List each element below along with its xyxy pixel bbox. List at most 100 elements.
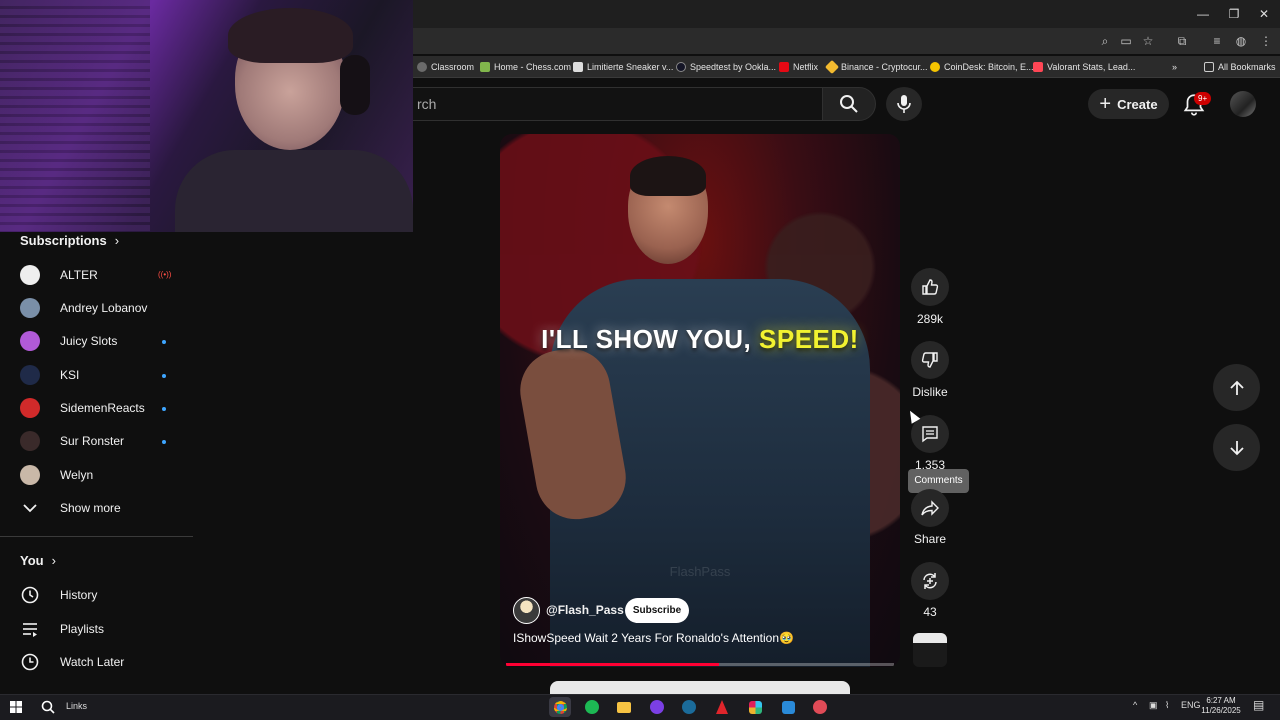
channel-name: KSI — [60, 368, 80, 382]
you-header[interactable]: You › — [20, 553, 56, 568]
bookmark-label: Home - Chess.com — [494, 62, 572, 72]
remix-button[interactable] — [911, 562, 949, 600]
profile-icon[interactable]: ◍ — [1233, 33, 1249, 49]
new-content-dot — [162, 407, 166, 411]
history-icon — [21, 586, 39, 604]
steam-icon[interactable] — [679, 697, 699, 717]
tab-search-icon[interactable]: ≡ — [1209, 33, 1225, 49]
bookmark-favicon-icon — [930, 62, 940, 72]
app-icon[interactable] — [778, 697, 798, 717]
remix-count: 43 — [923, 605, 937, 619]
channel-handle[interactable]: @Flash_Pass — [546, 603, 624, 617]
subscription-item-alter[interactable]: ALTER — [20, 265, 98, 285]
dislike-button[interactable] — [911, 341, 949, 379]
channel-avatar — [20, 265, 40, 285]
bookmark-label: Speedtest by Ookla... — [690, 62, 777, 72]
subscription-item-ksi[interactable]: KSI — [20, 365, 79, 385]
create-label: Create — [1117, 96, 1158, 112]
sidebar-divider — [0, 536, 193, 537]
plus-icon: + — [1099, 93, 1112, 115]
sidebar-item-label: History — [60, 588, 98, 602]
tray-chevron-icon[interactable]: ^ — [1133, 700, 1137, 710]
obs-icon[interactable] — [647, 697, 667, 717]
arrow-down-icon — [1229, 440, 1244, 455]
previous-short-button[interactable] — [1213, 364, 1260, 411]
share-button[interactable] — [911, 489, 949, 527]
search-input[interactable]: rch — [400, 87, 822, 121]
spotify-icon[interactable] — [582, 697, 602, 717]
subscriptions-header[interactable]: Subscriptions › — [20, 233, 119, 248]
comments-tooltip: Comments — [908, 469, 969, 493]
zoom-icon[interactable]: ⌕ — [1097, 33, 1113, 49]
browser-menu-icon[interactable]: ⋮ — [1258, 33, 1274, 49]
like-button[interactable] — [911, 268, 949, 306]
streamer-shirt — [175, 150, 413, 232]
bookmark-item[interactable]: CoinDesk: Bitcoin, E... — [930, 58, 1034, 76]
restore-icon[interactable]: ❐ — [1224, 4, 1244, 24]
subscription-item-juicy-slots[interactable]: Juicy Slots — [20, 331, 117, 351]
window-blinds — [0, 0, 150, 232]
all-bookmarks[interactable]: All Bookmarks — [1204, 58, 1276, 76]
bookmark-favicon-icon — [1033, 62, 1043, 72]
bookmark-star-icon[interactable]: ☆ — [1140, 33, 1156, 49]
subscription-item-sidemenreacts[interactable]: SidemenReacts — [20, 398, 145, 418]
account-avatar[interactable] — [1230, 91, 1256, 117]
taskbar-search-icon[interactable] — [38, 697, 58, 717]
bookmark-item[interactable]: Valorant Stats, Lead... — [1033, 58, 1135, 76]
comment-icon — [922, 426, 938, 443]
bookmark-item[interactable]: Classroom — [417, 58, 474, 76]
windows-start-icon[interactable] — [6, 697, 26, 717]
bookmark-item[interactable]: Limitierte Sneaker v... — [573, 58, 673, 76]
sound-thumbnail[interactable] — [913, 633, 947, 667]
sidebar-item-label: Watch Later — [60, 655, 125, 669]
minimize-icon[interactable]: — — [1193, 4, 1213, 24]
next-short-button[interactable] — [1213, 424, 1260, 471]
system-clock[interactable]: 6:27 AM 11/26/2025 — [1196, 696, 1246, 716]
subscription-item-welyn[interactable]: Welyn — [20, 465, 93, 485]
channel-avatar[interactable] — [513, 597, 540, 624]
headset — [340, 55, 370, 115]
extensions-icon[interactable]: ⧉ — [1174, 33, 1190, 49]
subscription-item-sur-ronster[interactable]: Sur Ronster — [20, 431, 124, 451]
mic-icon — [897, 95, 911, 113]
channel-name: Juicy Slots — [60, 334, 118, 348]
shorts-player[interactable]: I'LL SHOW YOU, SPEED! FlashPass @Flash_P… — [500, 134, 900, 667]
chevron-right-icon: › — [51, 553, 56, 568]
live-icon: ((•)) — [158, 270, 172, 279]
next-short-preview[interactable] — [550, 681, 850, 695]
bookmark-item[interactable]: Binance - Cryptocur... — [824, 58, 928, 76]
notification-center-icon[interactable]: ▤ — [1253, 698, 1264, 712]
create-button[interactable]: + Create — [1088, 89, 1169, 119]
chevron-right-icon: › — [114, 233, 120, 248]
subscribe-button[interactable]: Subscribe — [625, 598, 689, 623]
bookmark-item[interactable]: Speedtest by Ookla... — [676, 58, 776, 76]
channel-name: Welyn — [60, 468, 94, 482]
cast-icon[interactable]: ▭ — [1118, 33, 1134, 49]
sidebar-item-watch-later[interactable]: Watch Later — [20, 651, 124, 673]
bookmark-item[interactable]: Netflix — [779, 58, 818, 76]
sidebar-item-history[interactable]: History — [20, 584, 97, 606]
channel-avatar — [20, 331, 40, 351]
bookmark-item[interactable]: Home - Chess.com — [480, 58, 571, 76]
clock-date: 11/26/2025 — [1201, 706, 1241, 715]
tray-app-icon[interactable]: ▣ — [1149, 700, 1158, 711]
video-title[interactable]: IShowSpeed Wait 2 Years For Ronaldo's At… — [513, 631, 893, 645]
windows-taskbar — [0, 694, 1280, 720]
valorant-icon[interactable] — [810, 697, 830, 717]
playlists-icon — [23, 623, 37, 637]
voice-search-button[interactable] — [886, 87, 922, 121]
subscription-item-andrey-lobanov[interactable]: Andrey Lobanov — [20, 298, 147, 318]
sidebar-item-playlists[interactable]: Playlists — [20, 618, 104, 640]
show-more-button[interactable]: Show more — [20, 498, 121, 518]
chrome-icon[interactable] — [549, 697, 571, 717]
close-icon[interactable]: ✕ — [1254, 4, 1274, 24]
bookmark-favicon-icon — [417, 62, 427, 72]
slack-icon[interactable] — [745, 697, 765, 717]
more-bookmarks-icon[interactable]: » — [1172, 58, 1177, 76]
bookmark-label: Classroom — [431, 62, 475, 72]
taskbar-search-label[interactable]: Links — [66, 701, 87, 711]
search-button[interactable] — [822, 87, 876, 121]
riot-icon[interactable] — [712, 697, 732, 717]
file-explorer-icon[interactable] — [614, 697, 634, 717]
bookmark-favicon-icon — [779, 62, 789, 72]
